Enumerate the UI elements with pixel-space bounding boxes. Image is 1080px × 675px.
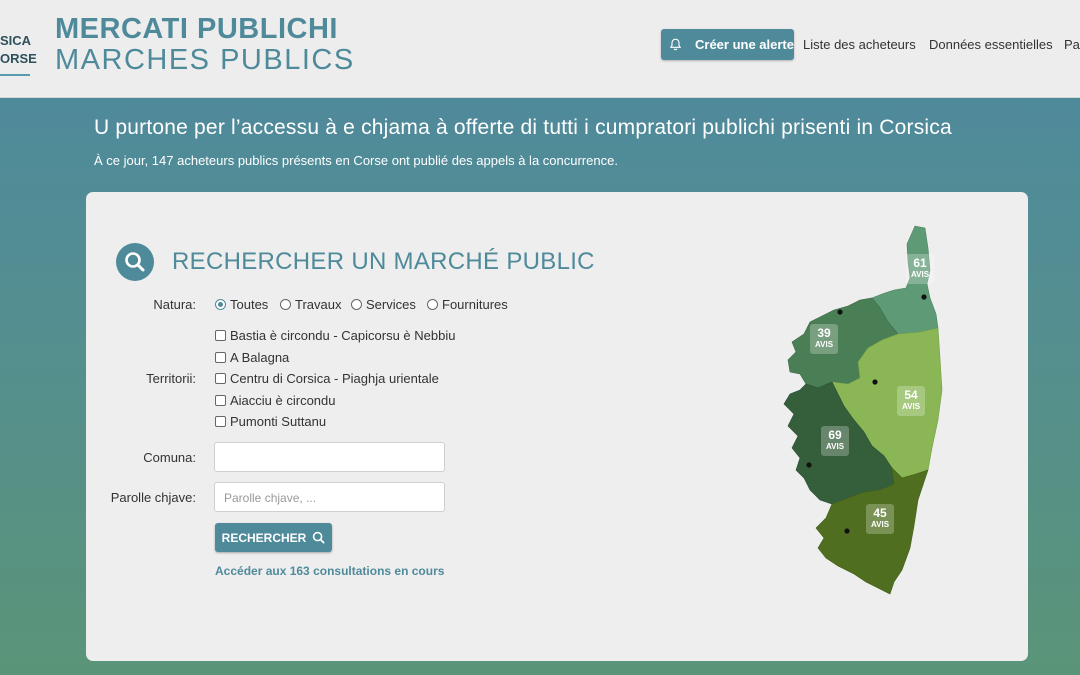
nav-link-more[interactable]: Pa: [1064, 37, 1080, 52]
natura-option-label: Services: [366, 297, 416, 312]
site-logo-subtitle: MARCHES PUBLICS: [55, 44, 355, 76]
region-count-unit: AVIS: [901, 402, 921, 411]
collectivite-logo-line1: SICA: [0, 33, 32, 48]
search-icon: [125, 252, 145, 272]
town-dot-calvi: [837, 309, 843, 315]
checkbox-balagna[interactable]: [215, 352, 226, 363]
collectivite-logo[interactable]: SICA ORSE: [0, 30, 37, 76]
town-dot-ajaccio: [806, 462, 812, 468]
radio-services[interactable]: [351, 299, 362, 310]
region-count-badge-bastia[interactable]: 61 AVIS: [906, 254, 934, 284]
region-count-badge-balagna[interactable]: 39 AVIS: [810, 324, 838, 354]
checkbox-aiacciu[interactable]: [215, 395, 226, 406]
territorii-option-label: Pumonti Suttanu: [230, 414, 327, 429]
territorii-option-label: Aiacciu è circondu: [230, 393, 336, 408]
region-count-badge-centru[interactable]: 54 AVIS: [897, 386, 925, 416]
site-logo-title: MERCATI PUBLICHI: [55, 13, 338, 45]
bell-icon: [669, 38, 682, 51]
keywords-label: Parolle chjave:: [110, 490, 196, 505]
town-dot-sartene: [844, 528, 850, 534]
natura-option-travaux[interactable]: Travaux: [280, 297, 341, 312]
natura-option-label: Travaux: [295, 297, 342, 312]
region-count-badge-pumonti[interactable]: 45 AVIS: [866, 504, 894, 534]
search-button[interactable]: RECHERCHER: [215, 523, 332, 552]
site-logo[interactable]: MERCATI PUBLICHI MARCHES PUBLICS: [55, 14, 355, 76]
nav-link-essential-data[interactable]: Données essentielles: [929, 37, 1053, 52]
town-dot-corte: [872, 379, 878, 385]
natura-option-fournitures[interactable]: Fournitures: [427, 297, 508, 312]
site-header: SICA ORSE MERCATI PUBLICHI MARCHES PUBLI…: [0, 0, 1080, 98]
collectivite-logo-line2: ORSE: [0, 51, 37, 66]
logo-underline: [0, 74, 30, 76]
hero-subtitle: À ce jour, 147 acheteurs publics présent…: [94, 153, 618, 168]
search-badge: [116, 243, 154, 281]
radio-fournitures[interactable]: [427, 299, 438, 310]
search-icon: [313, 531, 325, 544]
region-count-badge-aiacciu[interactable]: 69 AVIS: [821, 426, 849, 456]
town-dot-bastia: [921, 294, 927, 300]
checkbox-pumonti[interactable]: [215, 416, 226, 427]
territorii-option-label: Centru di Corsica - Piaghja urientale: [230, 371, 439, 386]
search-title: RECHERCHER UN MARCHÉ PUBLIC: [172, 248, 595, 275]
keywords-input[interactable]: Parolle chjave, ...: [214, 482, 445, 512]
natura-option-services[interactable]: Services: [351, 297, 416, 312]
territorii-label: Territorii:: [146, 371, 196, 386]
natura-option-label: Fournitures: [442, 297, 508, 312]
checkbox-bastia[interactable]: [215, 330, 226, 341]
region-count-unit: AVIS: [870, 520, 890, 529]
checkbox-centru[interactable]: [215, 373, 226, 384]
territorii-option-centru[interactable]: Centru di Corsica - Piaghja urientale: [215, 371, 439, 386]
region-count: 54: [904, 388, 918, 402]
territorii-option-bastia[interactable]: Bastia è circondu - Capicorsu è Nebbiu: [215, 328, 455, 343]
region-count: 69: [828, 428, 842, 442]
comuna-label: Comuna:: [143, 450, 196, 465]
hero-title: U purtone per l’accessu à e chjama à off…: [94, 116, 952, 139]
territorii-option-label: A Balagna: [230, 350, 290, 365]
create-alert-label: Créer une alerte: [695, 37, 794, 52]
region-count-unit: AVIS: [910, 270, 930, 279]
consultations-link[interactable]: Accéder aux 163 consultations en cours: [215, 564, 444, 578]
radio-travaux[interactable]: [280, 299, 291, 310]
natura-label: Natura:: [153, 297, 196, 312]
create-alert-button[interactable]: Créer une alerte: [661, 29, 794, 60]
radio-toutes[interactable]: [215, 299, 226, 310]
search-button-label: RECHERCHER: [221, 530, 307, 545]
territorii-option-label: Bastia è circondu - Capicorsu è Nebbiu: [230, 328, 456, 343]
region-count-unit: AVIS: [825, 442, 845, 451]
natura-option-label: Toutes: [230, 297, 269, 312]
corsica-map: 61 AVIS 39 AVIS 54 AVIS 69 AVIS 45 AVIS: [770, 222, 950, 602]
natura-option-toutes[interactable]: Toutes: [215, 297, 268, 312]
region-count: 39: [817, 326, 831, 340]
territorii-option-pumonti[interactable]: Pumonti Suttanu: [215, 414, 326, 429]
region-count: 61: [913, 256, 927, 270]
region-count: 45: [873, 506, 887, 520]
nav-link-buyers[interactable]: Liste des acheteurs: [803, 37, 916, 52]
territorii-option-balagna[interactable]: A Balagna: [215, 350, 289, 365]
comuna-input[interactable]: [214, 442, 445, 472]
region-count-unit: AVIS: [814, 340, 834, 349]
territorii-option-aiacciu[interactable]: Aiacciu è circondu: [215, 393, 336, 408]
